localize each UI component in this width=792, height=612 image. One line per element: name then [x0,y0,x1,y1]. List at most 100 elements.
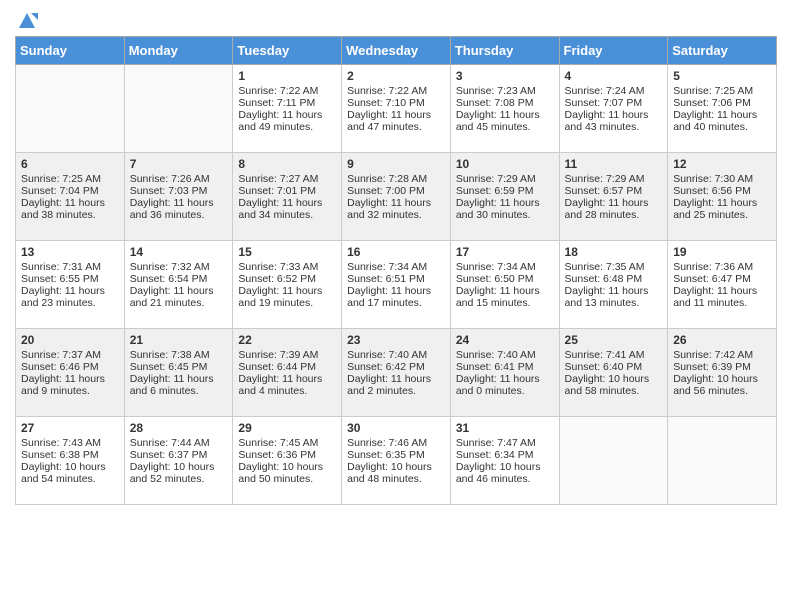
sunset-text: Sunset: 6:39 PM [673,361,771,373]
calendar-cell: 4Sunrise: 7:24 AMSunset: 7:07 PMDaylight… [559,65,668,153]
day-number: 27 [21,421,119,435]
logo-icon [16,10,38,32]
daylight-text: Daylight: 10 hours and 50 minutes. [238,461,336,485]
sunset-text: Sunset: 6:44 PM [238,361,336,373]
calendar-cell: 22Sunrise: 7:39 AMSunset: 6:44 PMDayligh… [233,329,342,417]
day-header-monday: Monday [124,37,233,65]
day-number: 30 [347,421,445,435]
sunrise-text: Sunrise: 7:26 AM [130,173,228,185]
daylight-text: Daylight: 11 hours and 49 minutes. [238,109,336,133]
calendar-cell: 27Sunrise: 7:43 AMSunset: 6:38 PMDayligh… [16,417,125,505]
sunset-text: Sunset: 6:59 PM [456,185,554,197]
calendar-cell: 21Sunrise: 7:38 AMSunset: 6:45 PMDayligh… [124,329,233,417]
day-number: 28 [130,421,228,435]
sunset-text: Sunset: 6:51 PM [347,273,445,285]
calendar-week-row: 20Sunrise: 7:37 AMSunset: 6:46 PMDayligh… [16,329,777,417]
calendar-cell: 30Sunrise: 7:46 AMSunset: 6:35 PMDayligh… [342,417,451,505]
day-number: 29 [238,421,336,435]
calendar-cell: 13Sunrise: 7:31 AMSunset: 6:55 PMDayligh… [16,241,125,329]
sunset-text: Sunset: 6:54 PM [130,273,228,285]
sunset-text: Sunset: 7:07 PM [565,97,663,109]
sunrise-text: Sunrise: 7:43 AM [21,437,119,449]
sunrise-text: Sunrise: 7:24 AM [565,85,663,97]
sunset-text: Sunset: 6:42 PM [347,361,445,373]
sunrise-text: Sunrise: 7:34 AM [347,261,445,273]
calendar-cell: 24Sunrise: 7:40 AMSunset: 6:41 PMDayligh… [450,329,559,417]
day-number: 9 [347,157,445,171]
sunset-text: Sunset: 6:55 PM [21,273,119,285]
daylight-text: Daylight: 11 hours and 6 minutes. [130,373,228,397]
daylight-text: Daylight: 11 hours and 47 minutes. [347,109,445,133]
sunset-text: Sunset: 7:03 PM [130,185,228,197]
day-number: 2 [347,69,445,83]
daylight-text: Daylight: 11 hours and 28 minutes. [565,197,663,221]
calendar-cell: 19Sunrise: 7:36 AMSunset: 6:47 PMDayligh… [668,241,777,329]
calendar-cell [559,417,668,505]
day-header-tuesday: Tuesday [233,37,342,65]
day-number: 22 [238,333,336,347]
sunset-text: Sunset: 7:11 PM [238,97,336,109]
calendar-cell [668,417,777,505]
day-number: 17 [456,245,554,259]
calendar-table: SundayMondayTuesdayWednesdayThursdayFrid… [15,36,777,505]
day-header-wednesday: Wednesday [342,37,451,65]
calendar-cell: 26Sunrise: 7:42 AMSunset: 6:39 PMDayligh… [668,329,777,417]
calendar-week-row: 6Sunrise: 7:25 AMSunset: 7:04 PMDaylight… [16,153,777,241]
calendar-cell: 18Sunrise: 7:35 AMSunset: 6:48 PMDayligh… [559,241,668,329]
day-number: 20 [21,333,119,347]
sunset-text: Sunset: 6:52 PM [238,273,336,285]
sunset-text: Sunset: 6:47 PM [673,273,771,285]
daylight-text: Daylight: 11 hours and 21 minutes. [130,285,228,309]
day-number: 1 [238,69,336,83]
day-number: 6 [21,157,119,171]
sunset-text: Sunset: 7:06 PM [673,97,771,109]
day-number: 13 [21,245,119,259]
calendar-cell: 29Sunrise: 7:45 AMSunset: 6:36 PMDayligh… [233,417,342,505]
calendar-cell: 8Sunrise: 7:27 AMSunset: 7:01 PMDaylight… [233,153,342,241]
daylight-text: Daylight: 10 hours and 48 minutes. [347,461,445,485]
daylight-text: Daylight: 11 hours and 11 minutes. [673,285,771,309]
calendar-cell: 31Sunrise: 7:47 AMSunset: 6:34 PMDayligh… [450,417,559,505]
calendar-header-row: SundayMondayTuesdayWednesdayThursdayFrid… [16,37,777,65]
calendar-week-row: 1Sunrise: 7:22 AMSunset: 7:11 PMDaylight… [16,65,777,153]
sunset-text: Sunset: 6:50 PM [456,273,554,285]
calendar-cell: 3Sunrise: 7:23 AMSunset: 7:08 PMDaylight… [450,65,559,153]
daylight-text: Daylight: 10 hours and 54 minutes. [21,461,119,485]
sunrise-text: Sunrise: 7:29 AM [456,173,554,185]
calendar-cell: 5Sunrise: 7:25 AMSunset: 7:06 PMDaylight… [668,65,777,153]
sunrise-text: Sunrise: 7:34 AM [456,261,554,273]
sunrise-text: Sunrise: 7:44 AM [130,437,228,449]
calendar-cell [124,65,233,153]
day-number: 26 [673,333,771,347]
sunrise-text: Sunrise: 7:45 AM [238,437,336,449]
sunrise-text: Sunrise: 7:47 AM [456,437,554,449]
daylight-text: Daylight: 11 hours and 34 minutes. [238,197,336,221]
day-header-thursday: Thursday [450,37,559,65]
calendar-cell: 20Sunrise: 7:37 AMSunset: 6:46 PMDayligh… [16,329,125,417]
sunrise-text: Sunrise: 7:25 AM [21,173,119,185]
calendar-cell: 1Sunrise: 7:22 AMSunset: 7:11 PMDaylight… [233,65,342,153]
daylight-text: Daylight: 10 hours and 52 minutes. [130,461,228,485]
sunrise-text: Sunrise: 7:30 AM [673,173,771,185]
daylight-text: Daylight: 11 hours and 19 minutes. [238,285,336,309]
sunrise-text: Sunrise: 7:28 AM [347,173,445,185]
daylight-text: Daylight: 11 hours and 15 minutes. [456,285,554,309]
calendar-cell: 15Sunrise: 7:33 AMSunset: 6:52 PMDayligh… [233,241,342,329]
day-number: 16 [347,245,445,259]
calendar-week-row: 27Sunrise: 7:43 AMSunset: 6:38 PMDayligh… [16,417,777,505]
daylight-text: Daylight: 11 hours and 36 minutes. [130,197,228,221]
sunset-text: Sunset: 6:40 PM [565,361,663,373]
calendar-cell: 9Sunrise: 7:28 AMSunset: 7:00 PMDaylight… [342,153,451,241]
sunset-text: Sunset: 7:10 PM [347,97,445,109]
calendar-cell: 28Sunrise: 7:44 AMSunset: 6:37 PMDayligh… [124,417,233,505]
sunset-text: Sunset: 6:41 PM [456,361,554,373]
calendar-cell: 23Sunrise: 7:40 AMSunset: 6:42 PMDayligh… [342,329,451,417]
sunset-text: Sunset: 7:01 PM [238,185,336,197]
calendar-cell: 17 Sunrise: 7:34 AMSunset: 6:50 PMDayligh… [450,241,559,329]
daylight-text: Daylight: 11 hours and 0 minutes. [456,373,554,397]
calendar-cell: 6Sunrise: 7:25 AMSunset: 7:04 PMDaylight… [16,153,125,241]
day-number: 31 [456,421,554,435]
sunrise-text: Sunrise: 7:22 AM [347,85,445,97]
sunset-text: Sunset: 6:46 PM [21,361,119,373]
sunset-text: Sunset: 6:48 PM [565,273,663,285]
